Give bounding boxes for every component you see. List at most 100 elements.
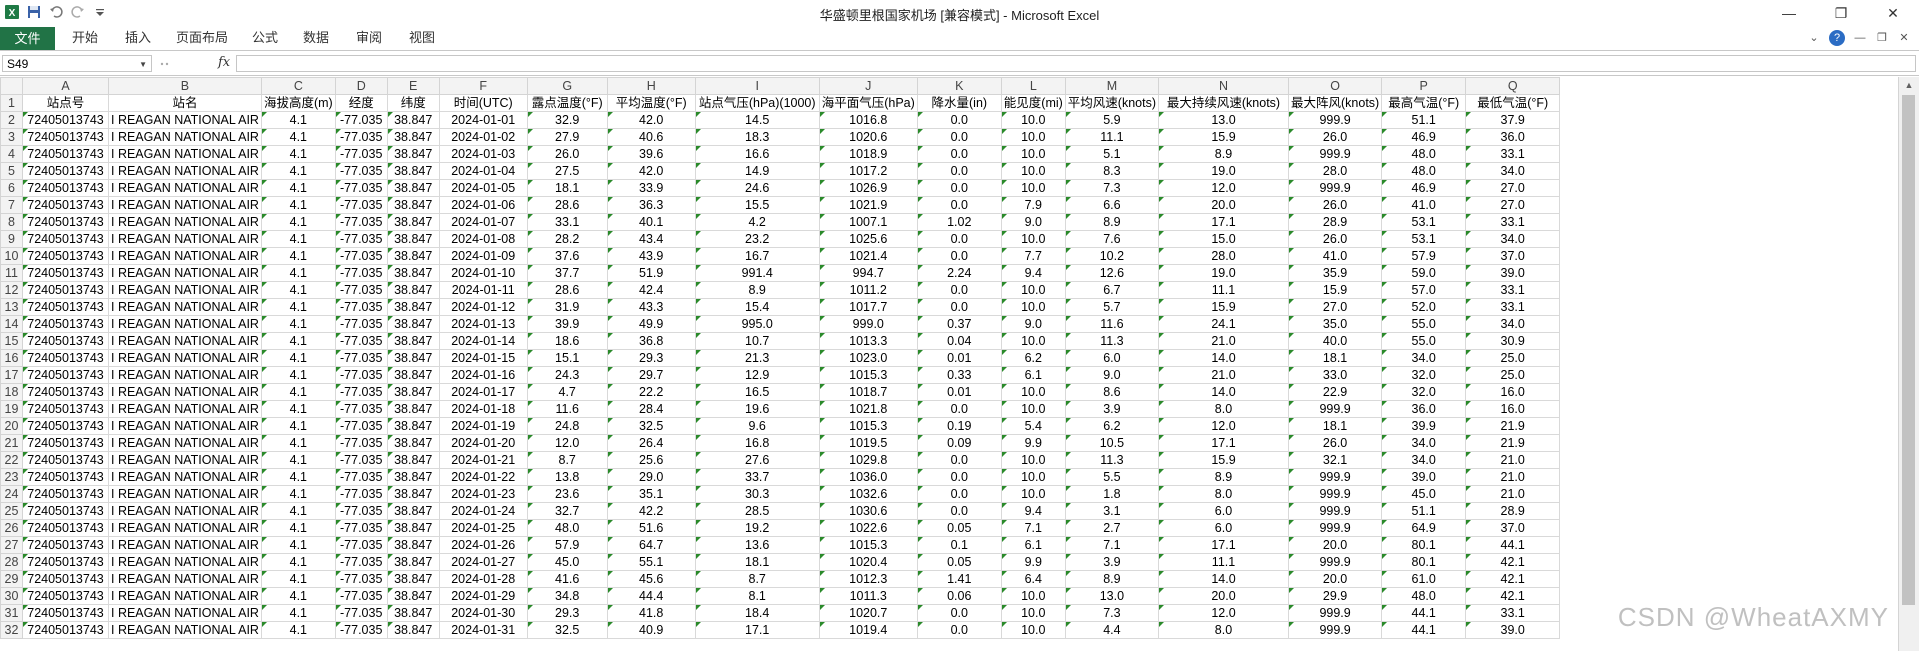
data-cell[interactable]: 37.6 [527,247,608,265]
data-cell[interactable]: 10.2 [1065,247,1160,265]
data-cell[interactable]: 2024-01-19 [439,417,528,435]
data-cell[interactable]: 26.0 [1288,230,1383,248]
data-cell[interactable]: 15.9 [1158,298,1289,316]
data-cell[interactable]: 37.7 [527,264,608,282]
data-cell[interactable]: 72405013743 [22,111,109,129]
data-cell[interactable]: 11.6 [1065,315,1160,333]
data-cell[interactable]: 7.1 [1065,536,1160,554]
insert-function-icon[interactable]: fx [218,55,230,70]
data-cell[interactable]: 4.1 [261,553,336,571]
data-cell[interactable]: 2024-01-13 [439,315,528,333]
data-cell[interactable]: 8.9 [1065,570,1160,588]
data-cell[interactable]: I REAGAN NATIONAL AIR [108,145,262,163]
data-cell[interactable]: 27.0 [1465,179,1561,197]
data-cell[interactable]: 10.0 [1001,281,1066,299]
data-cell[interactable]: 999.9 [1288,502,1383,520]
data-cell[interactable]: -77.035 [335,604,388,622]
data-cell[interactable]: 22.9 [1288,383,1383,401]
data-cell[interactable]: 0.0 [917,502,1002,520]
row-header[interactable]: 30 [0,587,23,605]
data-cell[interactable]: 72405013743 [22,128,109,146]
data-cell[interactable]: 38.847 [387,604,440,622]
data-cell[interactable]: 2024-01-04 [439,162,528,180]
data-cell[interactable]: 1021.4 [819,247,918,265]
data-cell[interactable]: 38.847 [387,128,440,146]
data-cell[interactable]: I REAGAN NATIONAL AIR [108,434,262,452]
data-cell[interactable]: 1030.6 [819,502,918,520]
field-header-cell[interactable]: 能见度(mi) [1001,94,1066,112]
data-cell[interactable]: 29.9 [1288,587,1383,605]
data-cell[interactable]: 2024-01-06 [439,196,528,214]
field-header-cell[interactable]: 最大阵风(knots) [1288,94,1383,112]
data-cell[interactable]: I REAGAN NATIONAL AIR [108,332,262,350]
data-cell[interactable]: 11.6 [527,400,608,418]
data-cell[interactable]: 55.0 [1381,315,1467,333]
data-cell[interactable]: 33.0 [1288,366,1383,384]
data-cell[interactable]: 52.0 [1381,298,1467,316]
data-cell[interactable]: 2024-01-31 [439,621,528,639]
data-cell[interactable]: 33.1 [1465,213,1561,231]
data-cell[interactable]: 51.6 [607,519,696,537]
row-header[interactable]: 3 [0,128,23,146]
data-cell[interactable]: 72405013743 [22,417,109,435]
data-cell[interactable]: 38.847 [387,553,440,571]
data-cell[interactable]: 7.7 [1001,247,1066,265]
column-header-m[interactable]: M [1064,77,1160,95]
data-cell[interactable]: 6.2 [1065,417,1160,435]
data-cell[interactable]: 1017.7 [819,298,918,316]
tab-home[interactable]: 开始 [72,26,98,50]
data-cell[interactable]: -77.035 [335,536,388,554]
data-cell[interactable]: 4.1 [261,332,336,350]
row-header[interactable]: 2 [0,111,23,129]
data-cell[interactable]: 7.9 [1001,196,1066,214]
data-cell[interactable]: 45.0 [527,553,608,571]
data-cell[interactable]: 72405013743 [22,621,109,639]
data-cell[interactable]: 2024-01-28 [439,570,528,588]
data-cell[interactable]: 8.0 [1158,621,1289,639]
data-cell[interactable]: 72405013743 [22,366,109,384]
data-cell[interactable]: 1020.4 [819,553,918,571]
data-cell[interactable]: 8.9 [695,281,820,299]
close-button[interactable]: ✕ [1867,0,1919,26]
data-cell[interactable]: 2024-01-01 [439,111,528,129]
data-cell[interactable]: -77.035 [335,230,388,248]
data-cell[interactable]: 0.0 [917,162,1002,180]
data-cell[interactable]: 10.0 [1001,485,1066,503]
data-cell[interactable]: 20.0 [1288,570,1383,588]
data-cell[interactable]: I REAGAN NATIONAL AIR [108,247,262,265]
data-cell[interactable]: 10.0 [1001,604,1066,622]
data-cell[interactable]: 35.9 [1288,264,1383,282]
data-cell[interactable]: 3.1 [1065,502,1160,520]
data-cell[interactable]: I REAGAN NATIONAL AIR [108,621,262,639]
data-cell[interactable]: -77.035 [335,383,388,401]
column-header-f[interactable]: F [438,77,528,95]
field-header-cell[interactable]: 时间(UTC) [439,94,528,112]
data-cell[interactable]: 6.0 [1158,519,1289,537]
data-cell[interactable]: 2024-01-14 [439,332,528,350]
restore-button[interactable]: ❐ [1815,0,1867,26]
data-cell[interactable]: 38.847 [387,230,440,248]
data-cell[interactable]: 72405013743 [22,536,109,554]
select-all-corner[interactable] [0,77,23,95]
data-cell[interactable]: 2.24 [917,264,1002,282]
data-cell[interactable]: 4.1 [261,179,336,197]
data-cell[interactable]: 80.1 [1381,536,1467,554]
data-cell[interactable]: 4.1 [261,468,336,486]
data-cell[interactable]: 39.6 [607,145,696,163]
data-cell[interactable]: 13.0 [1158,111,1289,129]
data-cell[interactable]: 10.0 [1001,451,1066,469]
data-cell[interactable]: 2024-01-23 [439,485,528,503]
row-header[interactable]: 9 [0,230,23,248]
data-cell[interactable]: -77.035 [335,213,388,231]
data-cell[interactable]: 10.0 [1001,400,1066,418]
data-cell[interactable]: 1015.3 [819,417,918,435]
data-cell[interactable]: 27.0 [1465,196,1561,214]
data-cell[interactable]: 42.4 [607,281,696,299]
data-cell[interactable]: 27.9 [527,128,608,146]
data-cell[interactable]: 39.0 [1465,264,1561,282]
data-cell[interactable]: 64.9 [1381,519,1467,537]
data-cell[interactable]: 4.1 [261,434,336,452]
data-cell[interactable]: 2024-01-05 [439,179,528,197]
data-cell[interactable]: 1019.4 [819,621,918,639]
data-cell[interactable]: 21.0 [1465,485,1561,503]
